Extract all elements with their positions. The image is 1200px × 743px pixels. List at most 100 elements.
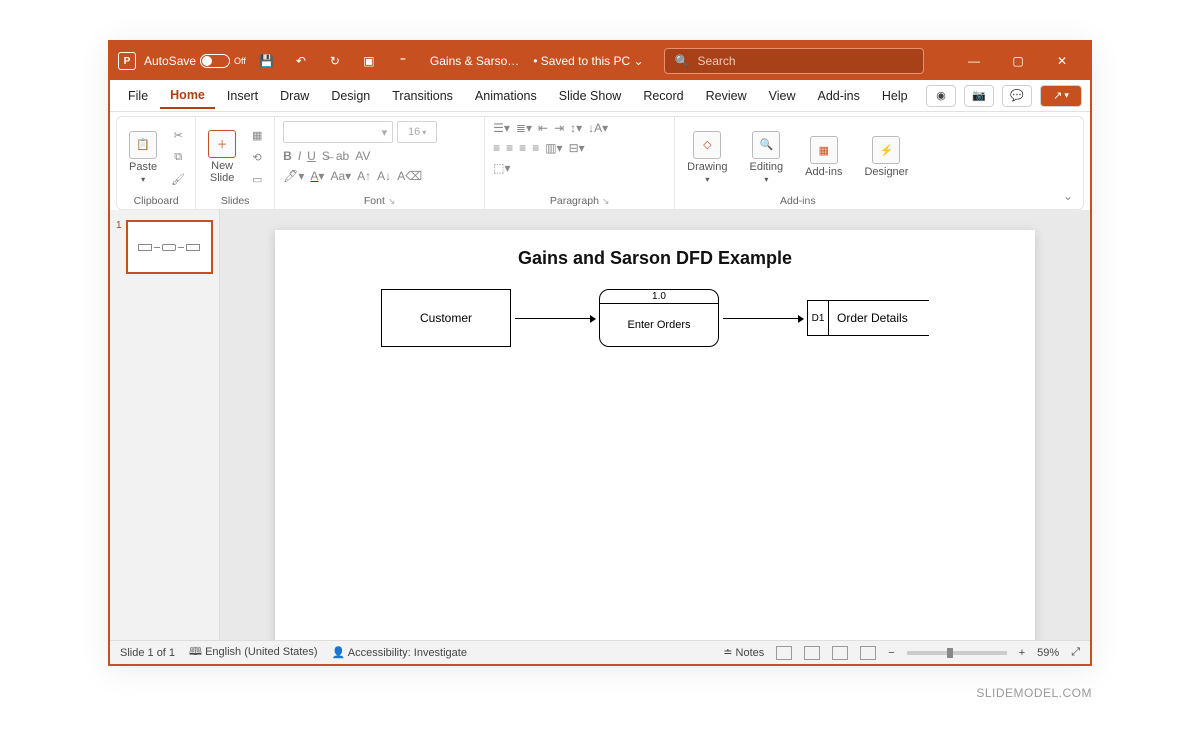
menu-addins[interactable]: Add-ins <box>807 84 869 108</box>
italic-button[interactable]: I <box>298 149 301 163</box>
slide-canvas-area[interactable]: Gains and Sarson DFD Example Customer 1.… <box>220 210 1090 640</box>
dfd-process[interactable]: 1.0 Enter Orders <box>599 289 719 347</box>
indent-increase-button[interactable]: ⇥ <box>554 121 564 135</box>
accessibility-status[interactable]: 👤 Accessibility: Investigate <box>332 646 467 659</box>
collapse-ribbon-button[interactable]: ⌄ <box>1063 189 1073 203</box>
save-button[interactable]: 💾 <box>254 48 280 74</box>
search-input[interactable] <box>698 54 913 68</box>
chevron-down-icon: ⌄ <box>1063 189 1073 203</box>
align-left-button[interactable]: ≡ <box>493 141 500 155</box>
reset-button[interactable]: ⟲ <box>248 148 266 166</box>
grow-font-button[interactable]: A↑ <box>357 169 371 183</box>
undo-button[interactable]: ↶ <box>288 48 314 74</box>
section-button[interactable]: ▭ <box>248 170 266 188</box>
columns-button[interactable]: ▥▾ <box>545 141 562 155</box>
slide[interactable]: Gains and Sarson DFD Example Customer 1.… <box>275 230 1035 640</box>
editing-button[interactable]: 🔍 Editing ▾ <box>746 129 788 186</box>
chevron-down-icon: ▾ <box>382 126 388 139</box>
comments-util-button[interactable]: 💬 <box>1002 85 1032 107</box>
clipboard-icon: 📋 <box>129 131 157 159</box>
qat-overflow-button[interactable]: ⁼ <box>390 48 416 74</box>
ribbon-group-paragraph: ☰▾ ≣▾ ⇤ ⇥ ↕▾ ↓A▾ ≡ ≡ ≡ ≡ ▥▾ ⊟▾ ⬚▾ <box>485 117 675 209</box>
align-text-button[interactable]: ⊟▾ <box>569 141 585 155</box>
menu-slideshow[interactable]: Slide Show <box>549 84 632 108</box>
thumbnail-preview <box>126 220 213 274</box>
notes-button[interactable]: ≐ Notes <box>723 646 764 659</box>
search-box[interactable]: 🔍 <box>664 48 924 74</box>
paste-button[interactable]: 📋 Paste ▾ <box>125 129 161 186</box>
align-center-button[interactable]: ≡ <box>506 141 513 155</box>
indent-decrease-button[interactable]: ⇤ <box>538 121 548 135</box>
font-color-button[interactable]: A▾ <box>310 169 324 183</box>
arrow-icon <box>515 318 595 319</box>
menu-animations[interactable]: Animations <box>465 84 547 108</box>
format-painter-button[interactable]: 🖌 <box>169 170 187 188</box>
autosave-toggle[interactable]: AutoSave Off <box>144 54 246 68</box>
dfd-datastore[interactable]: D1 Order Details <box>807 300 929 336</box>
bold-button[interactable]: B <box>283 149 292 163</box>
addins-button[interactable]: ▦ Add-ins <box>801 134 846 180</box>
underline-button[interactable]: U <box>307 149 316 163</box>
dialog-launcher-icon[interactable]: ↘ <box>388 196 396 206</box>
designer-button[interactable]: ⚡ Designer <box>860 134 912 180</box>
menu-view[interactable]: View <box>759 84 806 108</box>
bullets-button[interactable]: ☰▾ <box>493 121 510 135</box>
zoom-out-button[interactable]: − <box>888 647 894 659</box>
slide-thumbnail[interactable]: 1 <box>116 220 213 274</box>
redo-button[interactable]: ↻ <box>322 48 348 74</box>
menu-review[interactable]: Review <box>696 84 757 108</box>
menu-insert[interactable]: Insert <box>217 84 268 108</box>
cut-button[interactable]: ✂ <box>169 126 187 144</box>
menu-design[interactable]: Design <box>321 84 380 108</box>
copy-button[interactable]: ⧉ <box>169 148 187 166</box>
zoom-value[interactable]: 59% <box>1037 647 1059 659</box>
align-right-button[interactable]: ≡ <box>519 141 526 155</box>
slide-counter[interactable]: Slide 1 of 1 <box>120 647 175 659</box>
camera-util-button[interactable]: 📷 <box>964 85 994 107</box>
slideshow-view-button[interactable] <box>860 646 876 660</box>
thumbnail-pane[interactable]: 1 <box>110 210 220 640</box>
from-beginning-button[interactable]: ▣ <box>356 48 382 74</box>
normal-view-button[interactable] <box>776 646 792 660</box>
share-button[interactable]: ↗▾ <box>1040 85 1082 107</box>
new-slide-button[interactable]: ＋ New Slide <box>204 128 240 186</box>
shrink-font-button[interactable]: A↓ <box>377 169 391 183</box>
menu-draw[interactable]: Draw <box>270 84 319 108</box>
close-button[interactable]: ✕ <box>1042 48 1082 74</box>
menu-record[interactable]: Record <box>633 84 693 108</box>
menu-transitions[interactable]: Transitions <box>382 84 463 108</box>
menu-help[interactable]: Help <box>872 84 918 108</box>
record-util-button[interactable]: ◉ <box>926 85 956 107</box>
font-size-selector[interactable]: 16▾ <box>397 121 437 143</box>
zoom-in-button[interactable]: + <box>1019 647 1025 659</box>
strike-button[interactable]: S̶ <box>322 149 330 163</box>
language-status[interactable]: 🕮 English (United States) <box>189 643 318 662</box>
menu-home[interactable]: Home <box>160 83 215 109</box>
dfd-external-entity[interactable]: Customer <box>381 289 511 347</box>
drawing-button[interactable]: ◇ Drawing ▾ <box>683 129 731 186</box>
chevron-down-icon: ▾ <box>705 175 709 184</box>
shadow-button[interactable]: ab <box>336 149 349 163</box>
text-direction-button[interactable]: ↓A▾ <box>588 121 608 135</box>
fit-to-window-button[interactable]: ⤢ <box>1071 646 1080 659</box>
char-spacing-button[interactable]: AV <box>355 149 370 163</box>
reading-view-button[interactable] <box>832 646 848 660</box>
maximize-button[interactable]: ▢ <box>998 48 1038 74</box>
dialog-launcher-icon[interactable]: ↘ <box>602 196 610 206</box>
comment-icon: 💬 <box>1010 89 1024 102</box>
line-spacing-button[interactable]: ↕▾ <box>570 121 582 135</box>
font-name-selector[interactable]: ▾ <box>283 121 393 143</box>
change-case-button[interactable]: Aa▾ <box>330 169 351 183</box>
layout-button[interactable]: ▦ <box>248 126 266 144</box>
minimize-button[interactable]: — <box>954 48 994 74</box>
sorter-view-button[interactable] <box>804 646 820 660</box>
convert-smartart-button[interactable]: ⬚▾ <box>493 161 510 175</box>
numbering-button[interactable]: ≣▾ <box>516 121 532 135</box>
menu-file[interactable]: File <box>118 84 158 108</box>
justify-button[interactable]: ≡ <box>532 141 539 155</box>
chevron-down-icon: ⌄ <box>634 54 644 68</box>
highlight-button[interactable]: 🖊▾ <box>283 169 304 183</box>
save-status[interactable]: • Saved to this PC ⌄ <box>533 54 643 68</box>
zoom-slider[interactable] <box>907 651 1007 655</box>
clear-format-button[interactable]: A⌫ <box>397 169 422 183</box>
